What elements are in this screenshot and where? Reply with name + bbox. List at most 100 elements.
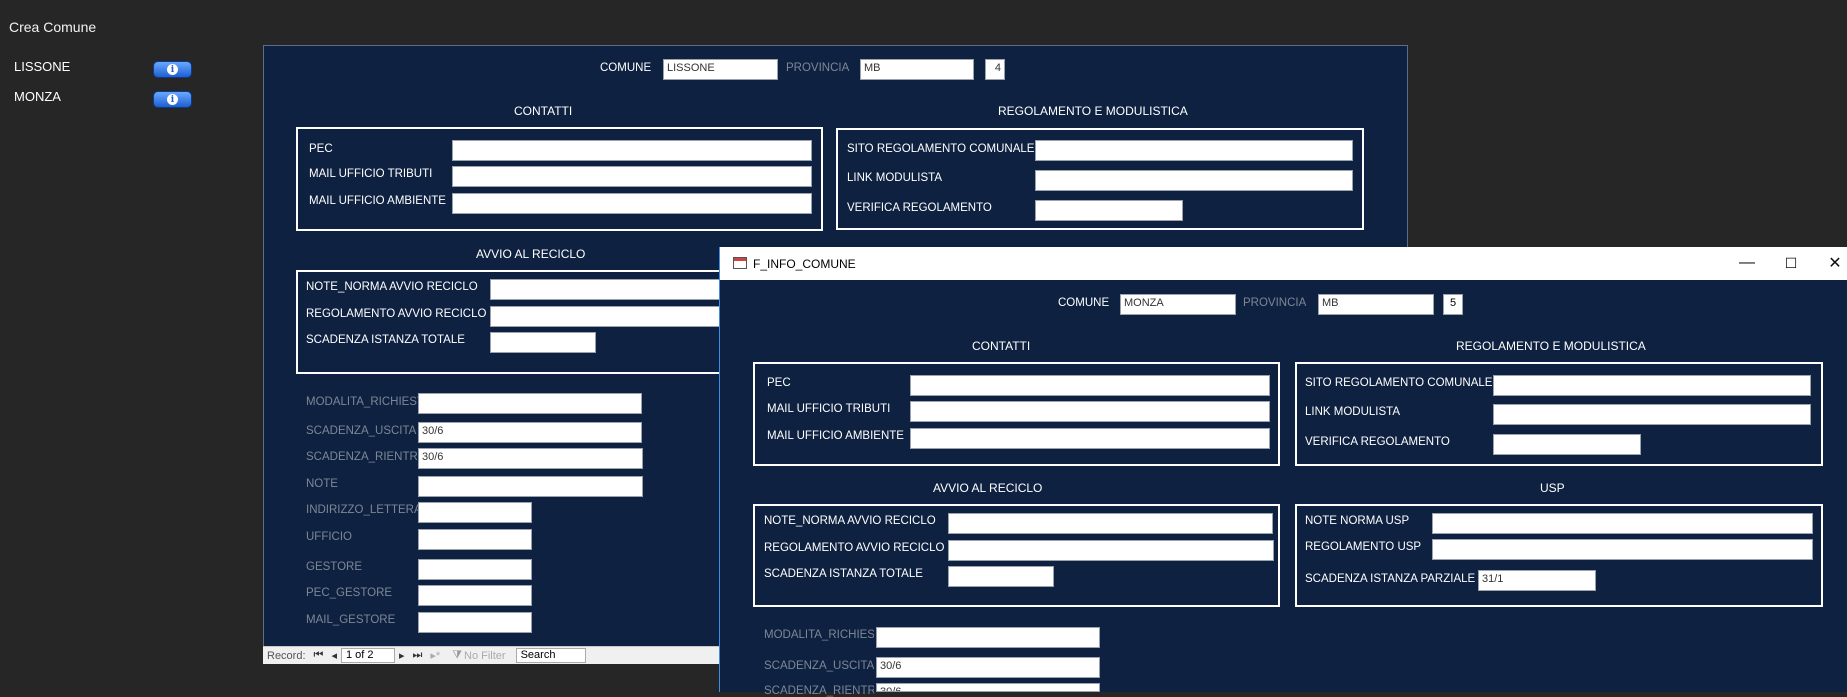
mail-ambiente-field[interactable] bbox=[452, 193, 812, 214]
indirizzo-field[interactable] bbox=[418, 502, 532, 523]
app-title: Crea Comune bbox=[9, 19, 97, 35]
reg-avvio-field[interactable] bbox=[490, 306, 725, 327]
provincia-label: PROVINCIA bbox=[786, 62, 850, 74]
win-id-field[interactable]: 5 bbox=[1443, 294, 1463, 315]
regolamento-header: REGOLAMENTO E MODULISTICA bbox=[998, 104, 1188, 118]
win-reg-usp-label: REGOLAMENTO USP bbox=[1305, 541, 1422, 553]
win-verifica-label: VERIFICA REGOLAMENTO bbox=[1305, 436, 1450, 448]
info-comune-window: F_INFO_COMUNE — ☐ ✕ COMUNE MONZA PROVINC… bbox=[719, 247, 1847, 697]
note-norma-label: NOTE_NORMA AVVIO RECICLO bbox=[306, 281, 478, 293]
mail-gestore-label: MAIL_GESTORE bbox=[306, 614, 396, 626]
win-mail-ambiente-field[interactable] bbox=[910, 428, 1270, 449]
pec-label: PEC bbox=[309, 143, 333, 155]
last-record-button[interactable]: ⏭ bbox=[409, 649, 427, 662]
comune-label: COMUNE bbox=[600, 62, 652, 74]
win-scadenza-parziale-field[interactable]: 31/1 bbox=[1478, 570, 1596, 591]
sidebar-item-lissone[interactable]: LISSONE bbox=[14, 59, 70, 74]
first-record-button[interactable]: ⏮ bbox=[310, 649, 328, 662]
win-note-norma-label: NOTE_NORMA AVVIO RECICLO bbox=[764, 515, 936, 527]
scadenza-rientro-field[interactable]: 30/6 bbox=[418, 448, 643, 469]
win-sito-field[interactable] bbox=[1493, 375, 1811, 396]
scadenza-totale-field[interactable] bbox=[490, 332, 596, 353]
window-title: F_INFO_COMUNE bbox=[753, 257, 856, 271]
scadenza-totale-label: SCADENZA ISTANZA TOTALE bbox=[306, 334, 465, 346]
win-comune-label: COMUNE bbox=[1058, 297, 1110, 309]
win-verifica-field[interactable] bbox=[1493, 434, 1641, 455]
win-mail-tributi-field[interactable] bbox=[910, 401, 1270, 422]
win-scadenza-totale-field[interactable] bbox=[948, 566, 1054, 587]
info-button-monza[interactable]: i bbox=[153, 91, 192, 108]
indirizzo-label: INDIRIZZO_LETTERA bbox=[306, 504, 422, 516]
minimize-button[interactable]: — bbox=[1732, 251, 1762, 275]
win-scadenza-totale-label: SCADENZA ISTANZA TOTALE bbox=[764, 568, 923, 580]
sito-label: SITO REGOLAMENTO COMUNALE bbox=[847, 143, 1035, 155]
note-label: NOTE bbox=[306, 478, 338, 490]
gestore-label: GESTORE bbox=[306, 561, 363, 573]
win-reg-avvio-field[interactable] bbox=[948, 540, 1274, 561]
verifica-label: VERIFICA REGOLAMENTO bbox=[847, 202, 992, 214]
pec-gestore-field[interactable] bbox=[418, 585, 532, 606]
win-contatti-header: CONTATTI bbox=[972, 339, 1031, 353]
note-field[interactable] bbox=[418, 476, 643, 497]
sidebar-item-monza[interactable]: MONZA bbox=[14, 89, 61, 104]
win-scadenza-rientro-field[interactable]: 30/6 bbox=[876, 683, 1100, 692]
contatti-header: CONTATTI bbox=[514, 104, 573, 118]
sito-field[interactable] bbox=[1035, 140, 1353, 161]
pec-gestore-label: PEC_GESTORE bbox=[306, 587, 393, 599]
win-link-field[interactable] bbox=[1493, 404, 1811, 425]
avvio-header: AVVIO AL RECICLO bbox=[476, 247, 586, 261]
win-note-usp-field[interactable] bbox=[1432, 513, 1813, 534]
link-label: LINK MODULISTA bbox=[847, 172, 942, 184]
modalita-field[interactable] bbox=[418, 393, 642, 414]
info-icon: i bbox=[167, 94, 178, 105]
ufficio-field[interactable] bbox=[418, 529, 532, 550]
filter-icon: ⧩ bbox=[452, 649, 463, 661]
win-modalita-label: MODALITA_RICHIEST bbox=[764, 629, 874, 641]
win-note-usp-label: NOTE NORMA USP bbox=[1305, 515, 1410, 527]
win-mail-tributi-label: MAIL UFFICIO TRIBUTI bbox=[767, 403, 891, 415]
mail-tributi-label: MAIL UFFICIO TRIBUTI bbox=[309, 168, 433, 180]
note-norma-field[interactable] bbox=[490, 279, 725, 300]
win-provincia-field[interactable]: MB bbox=[1318, 294, 1434, 315]
id-field[interactable]: 4 bbox=[985, 59, 1005, 80]
win-modalita-field[interactable] bbox=[876, 627, 1100, 648]
mail-gestore-field[interactable] bbox=[418, 612, 532, 633]
win-usp-header: USP bbox=[1540, 481, 1565, 495]
new-record-button[interactable]: ▸* bbox=[426, 649, 444, 662]
pec-field[interactable] bbox=[452, 140, 812, 161]
link-field[interactable] bbox=[1035, 170, 1353, 191]
gestore-field[interactable] bbox=[418, 559, 532, 580]
win-scadenza-rientro-label: SCADENZA_RIENTRO bbox=[764, 685, 874, 697]
verifica-field[interactable] bbox=[1035, 200, 1183, 221]
close-button[interactable]: ✕ bbox=[1820, 251, 1847, 275]
win-sito-label: SITO REGOLAMENTO COMUNALE bbox=[1305, 377, 1493, 389]
reg-avvio-label: REGOLAMENTO AVVIO RECICLO bbox=[306, 308, 487, 320]
record-navigation-bar: Record: ⏮ ◂ 1 of 2 ▸ ⏭ ▸* ⧩ No Filter Se… bbox=[263, 646, 719, 664]
record-position-field[interactable]: 1 of 2 bbox=[340, 648, 395, 663]
info-button-lissone[interactable]: i bbox=[153, 61, 192, 78]
win-reg-avvio-label: REGOLAMENTO AVVIO RECICLO bbox=[764, 542, 945, 554]
form-icon bbox=[733, 257, 747, 269]
no-filter-button[interactable]: No Filter bbox=[464, 650, 516, 662]
win-avvio-header: AVVIO AL RECICLO bbox=[933, 481, 1043, 495]
window-titlebar[interactable]: F_INFO_COMUNE — ☐ ✕ bbox=[720, 247, 1847, 280]
win-scadenza-uscita-field[interactable]: 30/6 bbox=[876, 657, 1100, 678]
modalita-label: MODALITA_RICHIEST bbox=[306, 396, 424, 408]
info-icon: i bbox=[167, 64, 178, 75]
win-reg-usp-field[interactable] bbox=[1432, 539, 1813, 560]
comune-field[interactable]: LISSONE bbox=[663, 59, 778, 80]
prev-record-button[interactable]: ◂ bbox=[327, 649, 341, 662]
win-comune-field[interactable]: MONZA bbox=[1120, 294, 1236, 315]
win-provincia-label: PROVINCIA bbox=[1243, 297, 1307, 309]
search-field[interactable]: Search bbox=[515, 648, 586, 663]
next-record-button[interactable]: ▸ bbox=[395, 649, 409, 662]
mail-tributi-field[interactable] bbox=[452, 166, 812, 187]
ufficio-label: UFFICIO bbox=[306, 531, 352, 543]
win-link-label: LINK MODULISTA bbox=[1305, 406, 1400, 418]
scadenza-uscita-field[interactable]: 30/6 bbox=[418, 422, 642, 443]
provincia-field[interactable]: MB bbox=[860, 59, 974, 80]
win-regolamento-header: REGOLAMENTO E MODULISTICA bbox=[1456, 339, 1646, 353]
maximize-button[interactable]: ☐ bbox=[1776, 251, 1806, 275]
win-note-norma-field[interactable] bbox=[948, 513, 1273, 534]
win-pec-field[interactable] bbox=[910, 375, 1270, 396]
